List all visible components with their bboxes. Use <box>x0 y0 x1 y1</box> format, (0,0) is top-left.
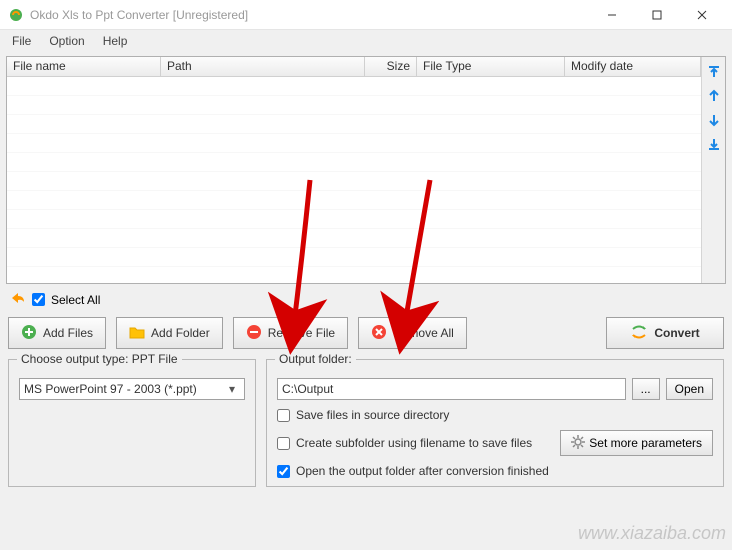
browse-button[interactable]: ... <box>632 378 660 400</box>
output-folder-panel: Output folder: ... Open Save files in so… <box>266 359 724 487</box>
watermark: www.xiazaiba.com <box>578 523 726 544</box>
open-after-checkbox[interactable] <box>277 465 290 478</box>
select-all-checkbox[interactable] <box>32 293 45 306</box>
col-filename[interactable]: File name <box>7 57 161 76</box>
move-down-icon[interactable] <box>705 111 723 129</box>
output-folder-legend: Output folder: <box>275 352 356 366</box>
plus-icon <box>21 324 37 343</box>
app-icon <box>8 7 24 23</box>
folder-icon <box>129 324 145 343</box>
close-button[interactable] <box>679 1 724 29</box>
output-folder-input[interactable] <box>277 378 626 400</box>
file-list-panel: File name Path Size File Type Modify dat… <box>6 56 726 284</box>
gear-icon <box>571 435 585 452</box>
save-source-checkbox[interactable] <box>277 409 290 422</box>
add-folder-button[interactable]: Add Folder <box>116 317 223 349</box>
side-toolbar <box>701 57 725 283</box>
title-bar: Okdo Xls to Ppt Converter [Unregistered] <box>0 0 732 30</box>
menu-option[interactable]: Option <box>41 32 92 50</box>
remove-file-button[interactable]: Remove File <box>233 317 348 349</box>
output-type-panel: Choose output type: PPT File MS PowerPoi… <box>8 359 256 487</box>
minimize-button[interactable] <box>589 1 634 29</box>
output-type-legend: Choose output type: PPT File <box>17 352 182 366</box>
chevron-down-icon: ▾ <box>224 382 240 396</box>
remove-all-button[interactable]: Remove All <box>358 317 467 349</box>
col-size[interactable]: Size <box>365 57 417 76</box>
menu-file[interactable]: File <box>4 32 39 50</box>
menu-bar: File Option Help <box>0 30 732 52</box>
convert-icon <box>630 324 648 343</box>
col-filetype[interactable]: File Type <box>417 57 565 76</box>
output-type-combo[interactable]: MS PowerPoint 97 - 2003 (*.ppt) ▾ <box>19 378 245 400</box>
add-files-button[interactable]: Add Files <box>8 317 106 349</box>
create-subfolder-label: Create subfolder using filename to save … <box>296 436 532 450</box>
convert-button[interactable]: Convert <box>606 317 724 349</box>
window-title: Okdo Xls to Ppt Converter [Unregistered] <box>30 8 589 22</box>
save-source-label: Save files in source directory <box>296 408 449 422</box>
create-subfolder-checkbox[interactable] <box>277 437 290 450</box>
open-after-label: Open the output folder after conversion … <box>296 464 549 478</box>
move-top-icon[interactable] <box>705 63 723 81</box>
move-up-icon[interactable] <box>705 87 723 105</box>
minus-icon <box>246 324 262 343</box>
file-list-body[interactable] <box>7 77 701 283</box>
select-all-label: Select All <box>51 293 100 307</box>
x-icon <box>371 324 387 343</box>
open-folder-button[interactable]: Open <box>666 378 713 400</box>
col-path[interactable]: Path <box>161 57 365 76</box>
set-more-parameters-button[interactable]: Set more parameters <box>560 430 713 456</box>
undo-icon[interactable] <box>8 290 26 309</box>
col-modify[interactable]: Modify date <box>565 57 701 76</box>
menu-help[interactable]: Help <box>95 32 136 50</box>
move-bottom-icon[interactable] <box>705 135 723 153</box>
maximize-button[interactable] <box>634 1 679 29</box>
file-list-header: File name Path Size File Type Modify dat… <box>7 57 701 77</box>
